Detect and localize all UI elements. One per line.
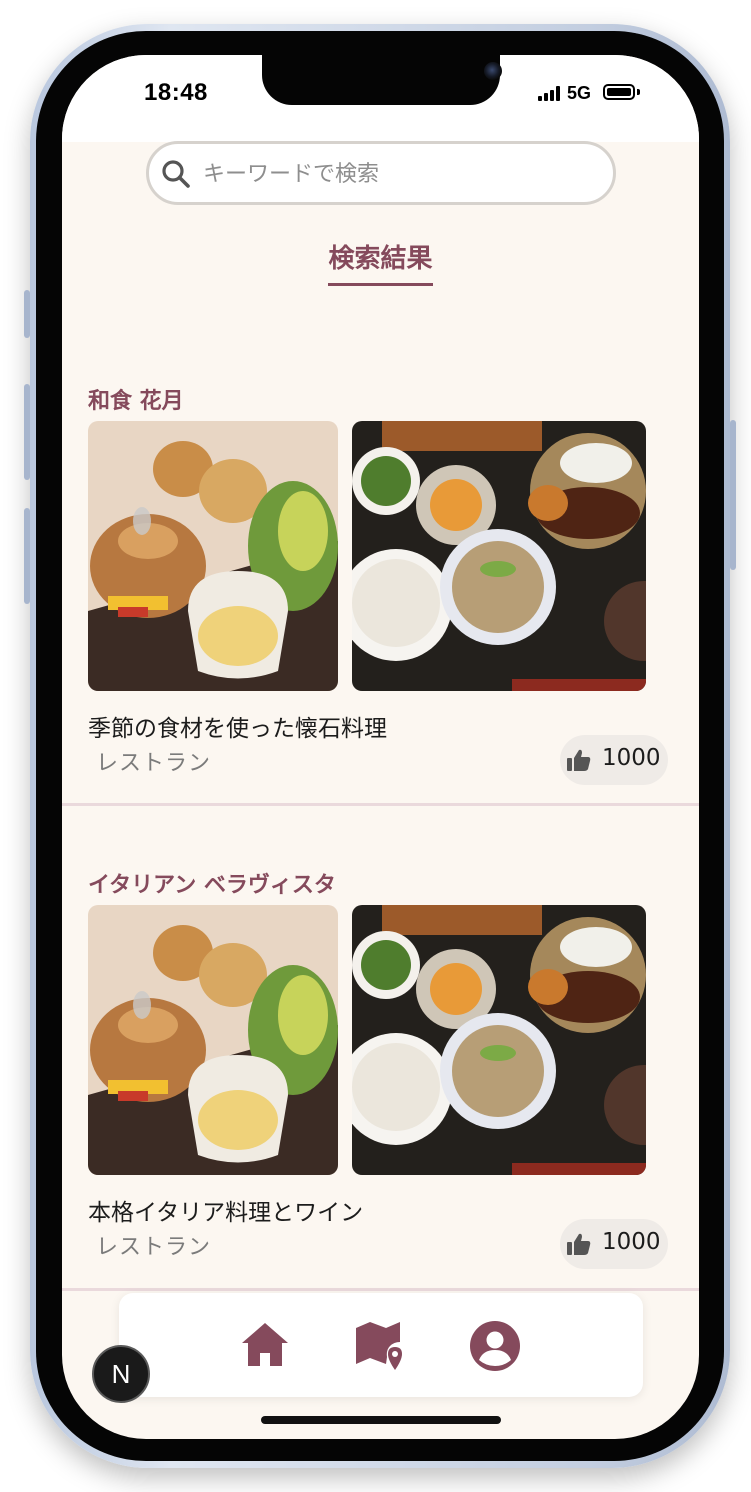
search-input[interactable] <box>201 152 595 196</box>
dev-badge[interactable]: N <box>92 1345 150 1403</box>
home-icon[interactable] <box>239 1320 291 1368</box>
food-photo-plate[interactable] <box>88 905 338 1175</box>
like-count: 1000 <box>602 745 661 771</box>
results-heading: 検索結果 <box>62 238 699 286</box>
search-bar[interactable] <box>146 141 616 205</box>
result-divider <box>62 1288 699 1291</box>
food-photo-plate[interactable] <box>88 421 338 691</box>
search-icon <box>162 160 190 188</box>
volume-down-button <box>24 508 30 604</box>
page-title: 検索結果 <box>328 238 433 286</box>
power-button <box>730 420 736 570</box>
restaurant-category: レストラン <box>96 751 212 776</box>
screen: 18:48 5G 検索結果 和食 花月 <box>62 55 699 1439</box>
thumbs-up-icon <box>567 749 591 771</box>
restaurant-name[interactable]: 和食 花月 <box>88 383 184 415</box>
volume-up-button <box>24 384 30 480</box>
home-indicator[interactable] <box>261 1416 501 1424</box>
restaurant-description: 季節の食材を使った懐石料理 <box>88 716 387 742</box>
mute-switch <box>24 290 30 338</box>
status-time: 18:48 <box>144 79 208 106</box>
network-label: 5G <box>567 83 592 103</box>
restaurant-name[interactable]: イタリアン ベラヴィスタ <box>88 867 336 899</box>
camera-icon <box>484 62 502 80</box>
bottom-nav <box>119 1293 643 1397</box>
signal-icon <box>538 86 562 101</box>
result-divider <box>62 803 699 806</box>
account-icon[interactable] <box>469 1320 521 1372</box>
like-button[interactable]: 1000 <box>560 735 668 785</box>
like-count: 1000 <box>602 1229 661 1255</box>
food-photo-set-meal[interactable] <box>352 905 646 1175</box>
map-icon[interactable] <box>354 1320 406 1372</box>
restaurant-description: 本格イタリア料理とワイン <box>88 1200 364 1226</box>
restaurant-category: レストラン <box>96 1235 212 1260</box>
notch <box>262 55 502 105</box>
like-button[interactable]: 1000 <box>560 1219 668 1269</box>
food-photo-set-meal[interactable] <box>352 421 646 691</box>
thumbs-up-icon <box>567 1233 591 1255</box>
battery-icon <box>603 84 635 100</box>
